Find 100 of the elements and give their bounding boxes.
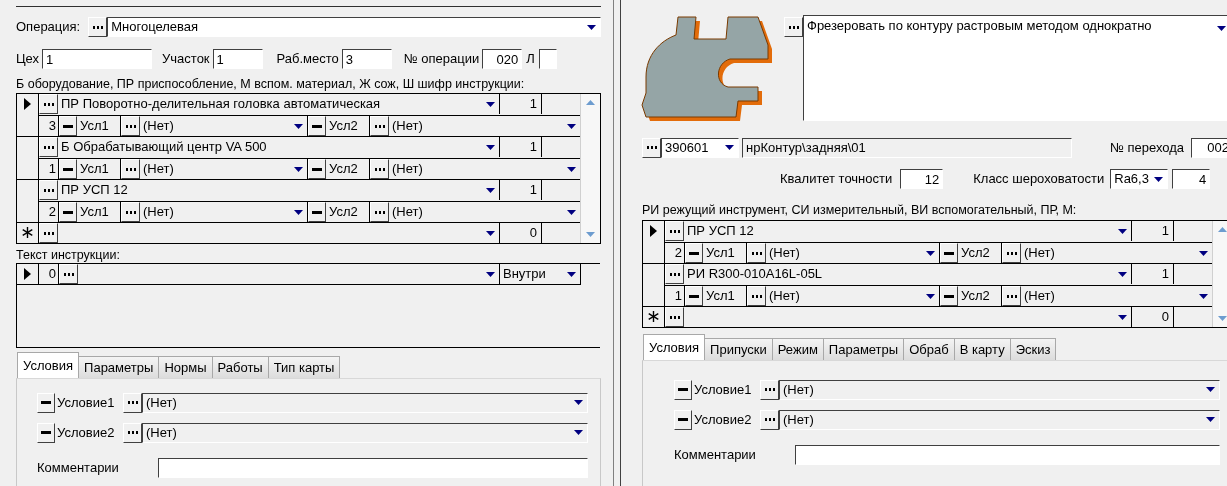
remove-button[interactable]: [674, 379, 692, 400]
remove-button[interactable]: [59, 202, 77, 222]
remove-button[interactable]: [308, 116, 326, 136]
text-field[interactable]: 3: [341, 49, 392, 69]
browse-button[interactable]: [370, 116, 389, 136]
browse-button[interactable]: [88, 17, 108, 37]
minus-icon: [944, 251, 954, 255]
tab[interactable]: Работы: [211, 356, 269, 378]
minus-icon: [944, 294, 954, 298]
vertical-scrollbar[interactable]: [580, 94, 600, 243]
field-suffix: Л: [526, 51, 535, 67]
condition-label: Усл2: [326, 159, 370, 179]
browse-button[interactable]: [123, 392, 142, 413]
browse-button[interactable]: [39, 180, 58, 200]
browse-button[interactable]: [760, 409, 779, 430]
browse-button[interactable]: [642, 137, 661, 158]
condition-dropdown[interactable]: (Нет): [140, 116, 308, 136]
quantity-cell: 1: [500, 94, 542, 114]
condition-dropdown[interactable]: (Нет): [140, 159, 308, 179]
text-field[interactable]: 1: [42, 49, 153, 69]
field-label: Участок: [162, 51, 210, 67]
tab[interactable]: Обраб: [903, 338, 955, 360]
browse-button[interactable]: [665, 307, 684, 327]
browse-button[interactable]: [121, 202, 140, 222]
remove-button[interactable]: [308, 202, 326, 222]
browse-button[interactable]: [39, 223, 58, 243]
text-field[interactable]: 020: [482, 49, 523, 69]
condition-dropdown[interactable]: (Нет): [766, 286, 940, 306]
remove-button[interactable]: [685, 243, 703, 263]
tab[interactable]: Эскиз: [1009, 338, 1057, 360]
tab[interactable]: Режим: [771, 338, 824, 360]
condition-dropdown[interactable]: (Нет): [779, 409, 1220, 430]
text-field[interactable]: 1: [212, 49, 263, 69]
browse-button[interactable]: [370, 159, 389, 179]
minus-icon: [689, 294, 699, 298]
text-field[interactable]: 12: [900, 169, 944, 189]
remove-button[interactable]: [37, 392, 55, 413]
tab[interactable]: Условия: [17, 352, 80, 378]
remove-button[interactable]: [685, 286, 703, 306]
browse-button[interactable]: [39, 137, 58, 157]
tab[interactable]: В карту: [953, 338, 1011, 360]
ellipsis-icon: [646, 146, 657, 149]
remove-button[interactable]: [674, 409, 692, 430]
condition-label: Усл1: [77, 159, 121, 179]
remove-button[interactable]: [940, 286, 958, 306]
condition-dropdown[interactable]: (Нет): [779, 379, 1220, 400]
browse-button[interactable]: [760, 379, 779, 400]
condition-dropdown[interactable]: (Нет): [766, 243, 940, 263]
path-field[interactable]: нрКонтур\задняя\01: [742, 137, 1072, 158]
operation-dropdown[interactable]: Многоцелевая: [107, 17, 601, 37]
transition-dropdown[interactable]: Фрезеровать по контуру растровым методом однократно: [803, 15, 1227, 121]
ellipsis-icon: [125, 167, 136, 171]
vertical-scrollbar[interactable]: [1212, 221, 1227, 327]
browse-button[interactable]: [121, 116, 140, 136]
remove-button[interactable]: [59, 159, 77, 179]
tab[interactable]: Параметры: [822, 338, 905, 360]
dropdown-arrow-icon: [1118, 314, 1127, 320]
browse-button[interactable]: [665, 264, 684, 284]
tab[interactable]: Параметры: [78, 356, 160, 378]
text-field[interactable]: 4: [1172, 169, 1211, 189]
remove-button[interactable]: [59, 116, 77, 136]
dropdown-arrow-icon: [567, 209, 576, 215]
roughness-dropdown[interactable]: Ra6,3: [1110, 169, 1169, 189]
browse-button[interactable]: [747, 243, 766, 263]
ellipsis-icon: [125, 210, 136, 214]
text-field[interactable]: [795, 444, 1220, 465]
browse-button[interactable]: [39, 94, 58, 114]
text-field[interactable]: [538, 49, 557, 69]
remove-button[interactable]: [37, 422, 55, 443]
dropdown-arrow-icon: [1154, 176, 1164, 182]
condition-label: Условие2: [57, 424, 116, 441]
dropdown-arrow-icon: [294, 209, 303, 215]
browse-button[interactable]: [121, 159, 140, 179]
minus-icon: [678, 388, 688, 391]
tab[interactable]: Тип карты: [267, 356, 341, 378]
text-field[interactable]: [158, 457, 588, 478]
browse-button[interactable]: [665, 221, 684, 241]
browse-button[interactable]: [1002, 286, 1021, 306]
browse-button[interactable]: [747, 286, 766, 306]
browse-button[interactable]: [370, 202, 389, 222]
dropdown-arrow-icon: [294, 166, 303, 172]
tab[interactable]: Условия: [643, 334, 706, 360]
browse-button[interactable]: [784, 17, 803, 37]
condition-dropdown[interactable]: (Нет): [140, 202, 308, 222]
grid-caption: Текст инструкции:: [16, 248, 121, 263]
browse-button[interactable]: [123, 422, 142, 443]
program-dropdown[interactable]: 390601: [661, 137, 739, 158]
browse-button[interactable]: [1002, 243, 1021, 263]
browse-button[interactable]: [59, 264, 78, 284]
ellipsis-icon: [751, 251, 762, 255]
tab[interactable]: Припуски: [704, 338, 773, 360]
ellipsis-icon: [125, 124, 136, 128]
remove-button[interactable]: [308, 159, 326, 179]
field-label: Класс шероховатости: [973, 171, 1105, 187]
remove-button[interactable]: [940, 243, 958, 263]
condition-dropdown[interactable]: (Нет): [142, 422, 588, 443]
scroll-up-icon: [586, 100, 595, 105]
tab[interactable]: Нормы: [158, 356, 213, 378]
condition-label: Условие1: [57, 394, 116, 411]
condition-dropdown[interactable]: (Нет): [142, 392, 588, 413]
